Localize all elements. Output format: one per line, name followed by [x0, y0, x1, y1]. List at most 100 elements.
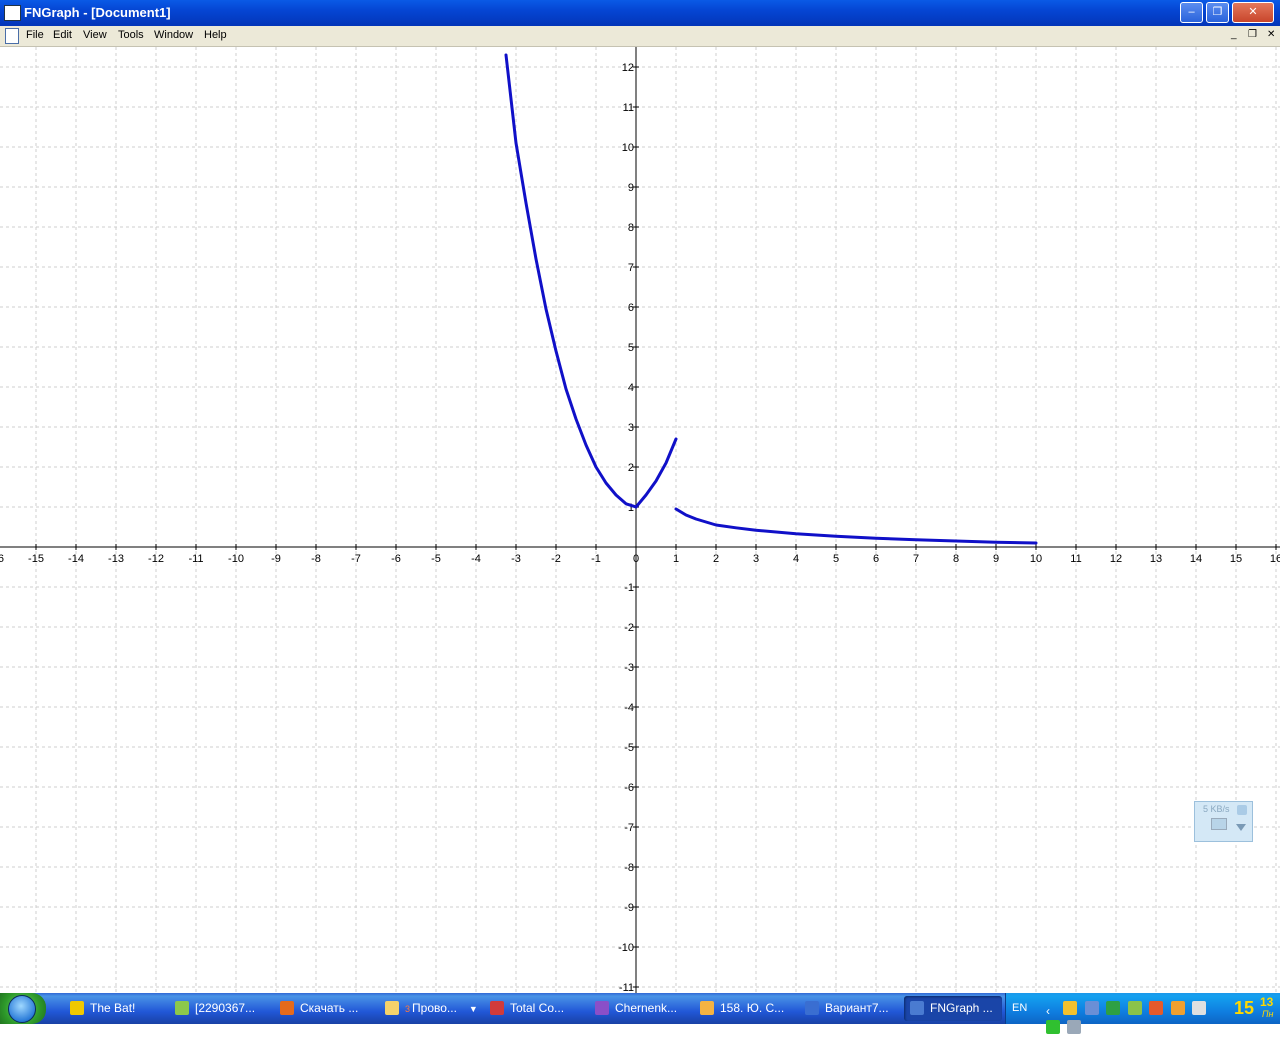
restore-button[interactable]: ❐ [1206, 2, 1229, 23]
x-tick-label: 8 [953, 553, 959, 565]
y-tick-label: -2 [624, 622, 634, 634]
y-tick-label: 5 [628, 342, 634, 354]
y-tick-label: 4 [628, 382, 634, 394]
title-bar: FNGraph - [Document1] – ❐ ✕ [0, 0, 1280, 26]
x-tick-label: 13 [1150, 553, 1162, 565]
x-tick-label: 16 [1270, 553, 1280, 565]
upload-icon [1237, 805, 1247, 815]
taskbar-item-fngraph[interactable]: FNGraph ... [904, 996, 1002, 1021]
y-tick-label: -5 [624, 742, 634, 754]
x-tick-label: -14 [68, 553, 84, 565]
x-tick-label: 14 [1190, 553, 1202, 565]
y-tick-label: 11 [623, 102, 634, 114]
the-bat-icon [70, 1000, 84, 1015]
taskbar-item-explorer[interactable]: 3 Прово... ▼ [379, 996, 479, 1021]
mdi-close-button[interactable]: ✕ [1267, 29, 1275, 40]
tray-icon-6[interactable] [1170, 1001, 1185, 1015]
x-tick-label: 11 [1070, 553, 1081, 565]
document-icon[interactable] [5, 28, 19, 44]
y-tick-label: -9 [624, 902, 634, 914]
spreadsheet-icon [175, 1000, 189, 1015]
close-button[interactable]: ✕ [1232, 2, 1274, 23]
taskbar-item-browser[interactable]: Скачать ... [274, 996, 374, 1021]
menu-help[interactable]: Help [204, 29, 227, 41]
x-tick-label: -15 [28, 553, 44, 565]
y-tick-label: -1 [624, 582, 634, 594]
window-title: FNGraph - [Document1] [24, 5, 171, 20]
graph-area[interactable]: -16-15-14-13-12-11-10-9-8-7-6-5-4-3-2-10… [0, 47, 1280, 993]
tray-icon-7[interactable] [1192, 1001, 1207, 1015]
menu-view[interactable]: View [83, 29, 107, 41]
minimize-button[interactable]: – [1180, 2, 1203, 23]
x-tick-label: 0 [633, 553, 639, 565]
x-tick-label: 3 [753, 553, 759, 565]
x-tick-label: -11 [188, 553, 203, 565]
reader-icon [700, 1000, 714, 1015]
graph-canvas[interactable]: -16-15-14-13-12-11-10-9-8-7-6-5-4-3-2-10… [0, 47, 1280, 993]
chevron-left-icon[interactable]: ‹ [1046, 1004, 1056, 1018]
y-tick-label: -7 [624, 822, 634, 834]
y-tick-label: -3 [624, 662, 634, 674]
windows-orb-icon [8, 995, 36, 1023]
x-tick-label: -8 [311, 553, 321, 565]
taskbar-item-total-commander[interactable]: Total Co... [484, 996, 584, 1021]
firefox-icon [280, 1000, 294, 1015]
x-tick-label: 10 [1030, 553, 1042, 565]
menu-window[interactable]: Window [154, 29, 193, 41]
floppy-icon [490, 1000, 504, 1015]
menu-edit[interactable]: Edit [53, 29, 72, 41]
function-curve-1 [504, 53, 638, 509]
x-tick-label: 15 [1230, 553, 1242, 565]
x-tick-label: -2 [551, 553, 561, 565]
x-tick-label: -9 [271, 553, 281, 565]
y-tick-label: -6 [624, 782, 634, 794]
tray-icons: ‹ [1046, 1001, 1226, 1034]
x-tick-label: 1 [673, 553, 679, 565]
y-tick-label: 8 [628, 222, 634, 234]
tray-icon-5[interactable] [1149, 1001, 1164, 1015]
y-tick-label: 12 [622, 62, 634, 74]
x-tick-label: -6 [391, 553, 401, 565]
x-tick-label: -16 [0, 553, 4, 565]
y-tick-label: 3 [628, 422, 634, 434]
tray-icon-9[interactable] [1067, 1020, 1082, 1034]
graph-icon [910, 1000, 924, 1015]
y-tick-label: -8 [624, 862, 634, 874]
word-icon [805, 1000, 819, 1015]
x-tick-label: -10 [228, 553, 244, 565]
y-tick-label: 2 [628, 462, 634, 474]
menu-file[interactable]: File [26, 29, 44, 41]
taskbar-item-the-bat[interactable]: The Bat! [64, 996, 164, 1021]
tray-icon-4[interactable] [1127, 1001, 1142, 1015]
x-tick-label: 12 [1110, 553, 1122, 565]
x-tick-label: -4 [471, 553, 481, 565]
dropdown-arrow-icon[interactable] [1236, 824, 1246, 831]
x-tick-label: 2 [713, 553, 719, 565]
start-button[interactable] [0, 993, 46, 1024]
y-tick-label: -11 [619, 982, 634, 993]
tray-icon-8[interactable] [1046, 1020, 1060, 1034]
system-tray: EN ‹ 15 13 Пн [1005, 993, 1280, 1034]
menu-tools[interactable]: Tools [118, 29, 144, 41]
function-curve-3 [674, 507, 1038, 545]
tray-icon-1[interactable] [1063, 1001, 1078, 1015]
clock-minute[interactable]: 13 [1260, 995, 1273, 1009]
menu-bar: File Edit View Tools Window Help _ ❐ ✕ [0, 26, 1280, 47]
mdi-minimize-button[interactable]: _ [1231, 29, 1237, 40]
x-tick-label: 4 [793, 553, 799, 565]
x-tick-label: 5 [833, 553, 839, 565]
network-speed: 5 KB/s [1203, 804, 1230, 814]
app-graph-icon[interactable] [4, 5, 21, 21]
taskbar-item-word[interactable]: Вариант7... [799, 996, 899, 1021]
folder-icon [385, 1000, 399, 1015]
network-monitor-widget[interactable]: 5 KB/s [1194, 801, 1253, 842]
clock-hour[interactable]: 15 [1234, 998, 1254, 1019]
language-indicator[interactable]: EN [1012, 1002, 1027, 1014]
taskbar-item-book[interactable]: 158. Ю. С... [694, 996, 794, 1021]
x-tick-label: -13 [108, 553, 124, 565]
taskbar-item-document[interactable]: [2290367... [169, 996, 269, 1021]
mdi-restore-button[interactable]: ❐ [1248, 29, 1257, 40]
taskbar-item-chernenko[interactable]: Chernenk... [589, 996, 689, 1021]
tray-icon-2[interactable] [1084, 1001, 1099, 1015]
tray-icon-3[interactable] [1106, 1001, 1121, 1015]
